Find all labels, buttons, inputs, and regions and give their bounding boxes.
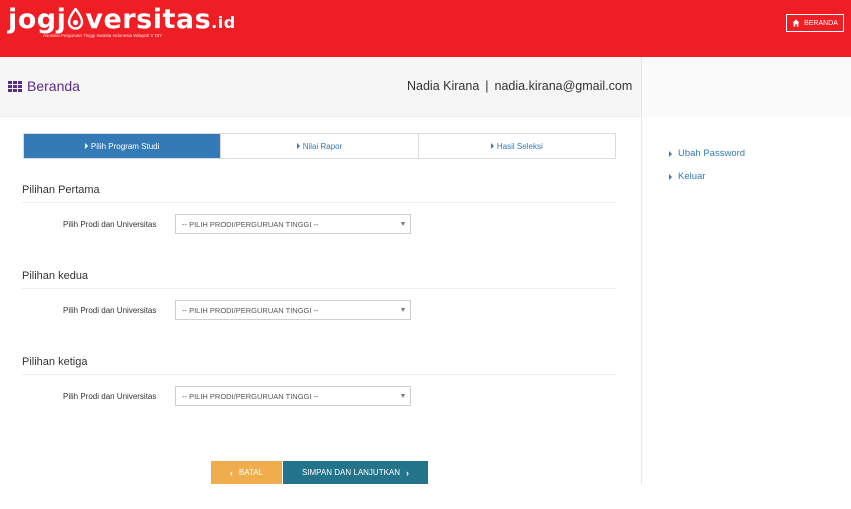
select-value: -- PILIH PRODI/PERGURUAN TINGGI -- xyxy=(182,391,319,401)
grid-icon xyxy=(8,81,23,93)
caret-right-icon xyxy=(296,143,300,149)
caret-right-icon xyxy=(669,173,672,180)
tab-hasil-seleksi[interactable]: Hasil Seleksi xyxy=(419,134,615,158)
tab-label: Pilih Program Studi xyxy=(90,141,160,151)
section-divider xyxy=(22,288,616,289)
caret-right-icon xyxy=(490,143,494,149)
beranda-button-label: BERANDA xyxy=(804,19,838,27)
chevron-down-icon xyxy=(401,308,405,312)
user-info-separator: | xyxy=(485,79,489,93)
chevron-left-icon: ‹ xyxy=(229,467,233,478)
field-label-pilihan-ketiga: Pilih Prodi dan Universitas xyxy=(63,392,157,401)
caret-right-icon xyxy=(669,150,672,157)
page-title: Beranda xyxy=(27,78,80,94)
select-value: -- PILIH PRODI/PERGURUAN TINGGI -- xyxy=(182,219,319,229)
simpan-lanjutkan-button[interactable]: SIMPAN DAN LANJUTKAN › xyxy=(283,461,428,484)
site-logo[interactable]: jogj versitas.id xyxy=(8,4,236,35)
sidebar-link-label: Ubah Password xyxy=(678,148,746,159)
drop-icon xyxy=(68,8,84,30)
titlebar-side-panel xyxy=(641,57,851,117)
batal-button[interactable]: ‹ BATAL xyxy=(211,461,282,484)
user-email: nadia.kirana@gmail.com xyxy=(494,79,633,93)
select-pilihan-ketiga[interactable]: -- PILIH PRODI/PERGURUAN TINGGI -- xyxy=(175,386,411,406)
section-divider xyxy=(22,202,616,203)
main-sidebar-divider xyxy=(641,117,642,484)
tab-pilih-program-studi[interactable]: Pilih Program Studi xyxy=(24,134,222,158)
select-pilihan-kedua[interactable]: -- PILIH PRODI/PERGURUAN TINGGI -- xyxy=(175,300,411,320)
chevron-down-icon xyxy=(401,394,405,398)
section-divider xyxy=(22,374,616,375)
chevron-right-icon: › xyxy=(406,467,410,478)
user-info: Nadia Kirana | nadia.kirana@gmail.com xyxy=(407,79,632,93)
logo-tagline: Asosiasi Perguruan Tinggi Swasta Indones… xyxy=(43,33,163,38)
batal-button-label: BATAL xyxy=(238,468,264,477)
logo-text-start: jogj xyxy=(8,4,67,35)
section-title-pilihan-pertama: Pilihan Pertama xyxy=(22,184,100,196)
home-icon xyxy=(792,19,800,27)
field-label-pilihan-kedua: Pilih Prodi dan Universitas xyxy=(63,306,157,315)
top-header: jogj versitas.id Asosiasi Perguruan Tingg… xyxy=(0,0,851,57)
tab-nilai-rapor[interactable]: Nilai Rapor xyxy=(221,134,419,158)
select-pilihan-pertama[interactable]: -- PILIH PRODI/PERGURUAN TINGGI -- xyxy=(175,214,411,234)
sidebar-link-ubah-password[interactable]: Ubah Password xyxy=(669,148,745,159)
step-tabs: Pilih Program Studi Nilai Rapor Hasil Se… xyxy=(23,133,616,159)
simpan-button-label: SIMPAN DAN LANJUTKAN xyxy=(301,468,401,477)
sidebar-link-label: Keluar xyxy=(678,171,706,182)
title-bar: Beranda Nadia Kirana | nadia.kirana@gmail.… xyxy=(0,57,851,117)
beranda-button[interactable]: BERANDA xyxy=(786,14,844,32)
field-label-pilihan-pertama: Pilih Prodi dan Universitas xyxy=(63,220,157,229)
logo-text-end: versitas xyxy=(85,4,212,35)
sidebar-link-keluar[interactable]: Keluar xyxy=(669,171,705,182)
logo-suffix: .id xyxy=(211,13,236,32)
caret-right-icon xyxy=(84,143,88,149)
select-value: -- PILIH PRODI/PERGURUAN TINGGI -- xyxy=(182,305,319,315)
chevron-down-icon xyxy=(401,222,405,226)
section-title-pilihan-kedua: Pilihan kedua xyxy=(22,270,89,282)
tab-label: Hasil Seleksi xyxy=(496,141,543,151)
user-name: Nadia Kirana xyxy=(407,79,480,93)
section-title-pilihan-ketiga: Pilihan ketiga xyxy=(22,356,88,368)
tab-label: Nilai Rapor xyxy=(302,141,343,151)
